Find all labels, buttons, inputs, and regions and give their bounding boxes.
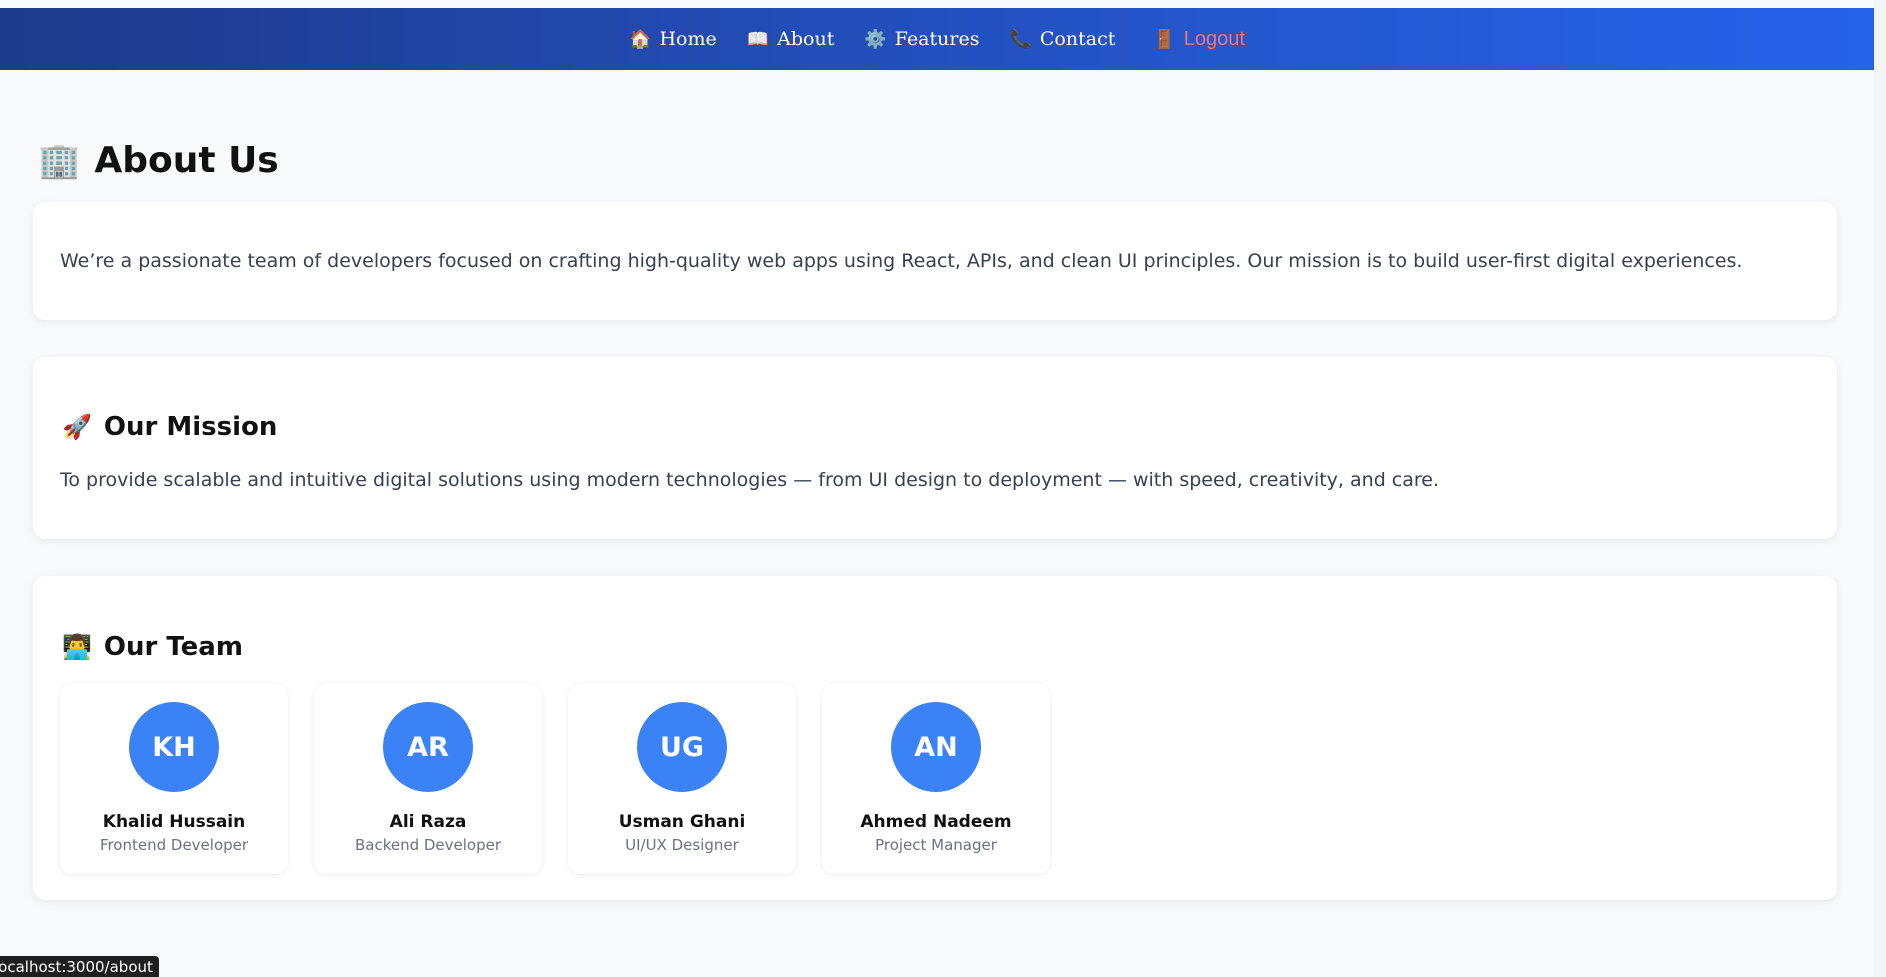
nav-contact-link[interactable]: 📞 Contact bbox=[1009, 28, 1115, 50]
team-heading: 👨‍💻 Our Team bbox=[62, 632, 243, 662]
page-title-text: About Us bbox=[94, 140, 279, 181]
member-name: Khalid Hussain bbox=[102, 812, 246, 832]
nav-about-link[interactable]: 📖 About bbox=[747, 28, 835, 50]
home-icon: 🏠 bbox=[629, 28, 652, 50]
nav-home-label: Home bbox=[659, 28, 717, 50]
member-role: Project Manager bbox=[875, 836, 997, 854]
team-member-card[interactable]: KH Khalid Hussain Frontend Developer bbox=[60, 684, 288, 874]
gear-icon: ⚙️ bbox=[864, 28, 887, 50]
logout-button[interactable]: 🚪 Logout bbox=[1153, 28, 1245, 51]
member-role: UI/UX Designer bbox=[625, 836, 739, 854]
office-building-icon: 🏢 bbox=[38, 140, 81, 181]
technologist-icon: 👨‍💻 bbox=[62, 633, 92, 661]
intro-card: We’re a passionate team of developers fo… bbox=[33, 202, 1837, 320]
avatar: AN bbox=[891, 702, 981, 792]
avatar: KH bbox=[129, 702, 219, 792]
nav-features-link[interactable]: ⚙️ Features bbox=[864, 28, 979, 50]
team-member-card[interactable]: UG Usman Ghani UI/UX Designer bbox=[568, 684, 796, 874]
avatar: UG bbox=[637, 702, 727, 792]
phone-icon: 📞 bbox=[1009, 28, 1032, 50]
team-member-card[interactable]: AR Ali Raza Backend Developer bbox=[314, 684, 542, 874]
team-member-card[interactable]: AN Ahmed Nadeem Project Manager bbox=[822, 684, 1050, 874]
mission-title: Our Mission bbox=[103, 412, 278, 442]
team-title: Our Team bbox=[103, 632, 243, 662]
book-icon: 📖 bbox=[746, 28, 770, 50]
top-navbar: 🏠 Home 📖 About ⚙️ Features 📞 Contact 🚪 L… bbox=[0, 8, 1874, 70]
member-name: Usman Ghani bbox=[618, 812, 746, 832]
nav-features-label: Features bbox=[894, 28, 980, 50]
team-card: 👨‍💻 Our Team KH Khalid Hussain Frontend … bbox=[33, 576, 1837, 900]
page-title: 🏢 About Us bbox=[38, 140, 279, 181]
team-grid: KH Khalid Hussain Frontend Developer AR … bbox=[60, 684, 1050, 874]
rocket-icon: 🚀 bbox=[62, 413, 92, 441]
avatar: AR bbox=[383, 702, 473, 792]
mission-heading: 🚀 Our Mission bbox=[62, 412, 277, 442]
page-scrollbar[interactable] bbox=[1874, 0, 1886, 977]
member-role: Frontend Developer bbox=[99, 836, 249, 854]
member-name: Ahmed Nadeem bbox=[860, 812, 1012, 832]
member-name: Ali Raza bbox=[389, 812, 467, 832]
logout-label: Logout bbox=[1183, 27, 1245, 50]
member-role: Backend Developer bbox=[354, 836, 502, 854]
nav-about-label: About bbox=[777, 28, 835, 50]
mission-card: 🚀 Our Mission To provide scalable and in… bbox=[33, 357, 1837, 539]
mission-text: To provide scalable and intuitive digita… bbox=[60, 469, 1440, 491]
door-icon: 🚪 bbox=[1153, 28, 1176, 50]
nav-contact-label: Contact bbox=[1039, 28, 1116, 50]
status-bar-url: localhost:3000/about bbox=[0, 956, 159, 977]
intro-text: We’re a passionate team of developers fo… bbox=[60, 250, 1743, 272]
nav-home-link[interactable]: 🏠 Home bbox=[629, 28, 717, 50]
